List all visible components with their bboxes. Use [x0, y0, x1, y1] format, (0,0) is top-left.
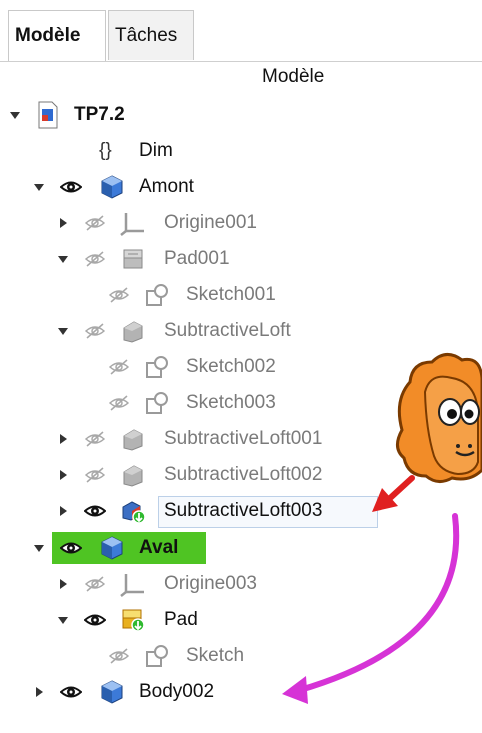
red-arrow-icon [372, 475, 415, 512]
magenta-arrow-icon [282, 513, 460, 704]
sheep-mascot-icon [396, 353, 482, 483]
annotation-overlay [282, 353, 482, 704]
